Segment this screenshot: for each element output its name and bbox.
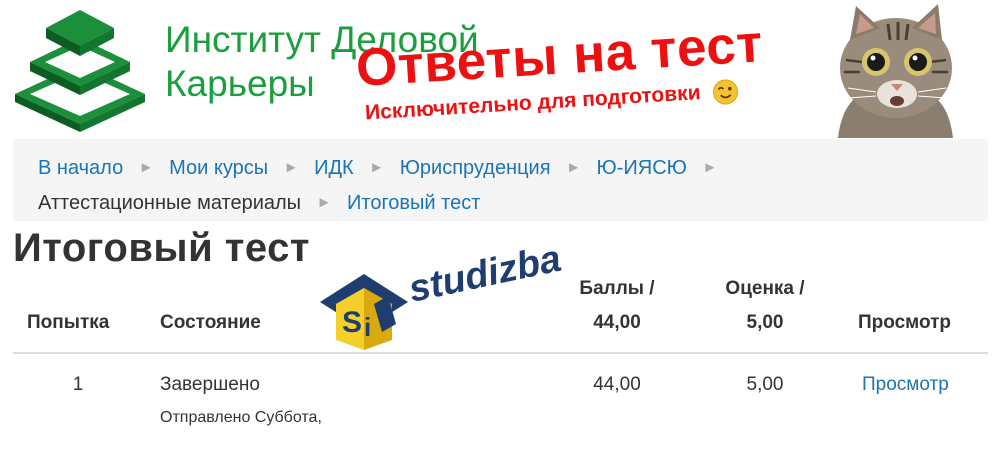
table-header-divider	[13, 352, 988, 354]
column-header-grade-max: 5,00	[746, 312, 784, 333]
breadcrumb-home-link[interactable]: В начало	[38, 157, 123, 179]
breadcrumb-final-test-link[interactable]: Итоговый тест	[347, 192, 480, 214]
breadcrumb-separator: ►	[283, 159, 299, 176]
column-header-grade: Оценка / 5,00	[710, 272, 820, 340]
stacked-pyramid-logo-icon	[15, 10, 145, 132]
breadcrumb-jurisprudence-link[interactable]: Юриспруденция	[400, 157, 551, 179]
breadcrumb-separator: ►	[369, 159, 385, 176]
breadcrumb-idk-link[interactable]: ИДК	[314, 157, 354, 179]
breadcrumb-separator: ►	[138, 159, 154, 176]
breadcrumb: В начало ► Мои курсы ► ИДК ► Юриспруденц…	[13, 139, 988, 221]
page-title: Итоговый тест	[13, 226, 310, 270]
column-header-score-max: 44,00	[593, 312, 641, 333]
breadcrumb-separator: ►	[702, 159, 718, 176]
studizba-watermark-logo: S i studizba	[320, 238, 565, 350]
cell-score: 44,00	[593, 374, 641, 395]
breadcrumb-separator: ►	[566, 159, 581, 176]
column-header-review: Просмотр	[858, 312, 952, 333]
studizba-watermark-text: studizba	[405, 238, 564, 311]
breadcrumb-course-link[interactable]: Ю-ИЯСЮ	[597, 157, 687, 179]
breadcrumb-separator: ►	[316, 194, 332, 211]
review-link[interactable]: Просмотр	[862, 374, 949, 396]
cell-attempt-number: 1	[72, 374, 84, 395]
cell-grade: 5,00	[746, 374, 784, 395]
breadcrumb-attestation-materials: Аттестационные материалы	[38, 192, 302, 214]
column-header-state: Состояние	[160, 312, 261, 333]
breadcrumb-my-courses-link[interactable]: Мои курсы	[169, 157, 268, 179]
cell-state: Завершено	[160, 374, 260, 395]
svg-text:S: S	[342, 306, 362, 339]
column-header-score: Баллы / 44,00	[562, 272, 672, 340]
surprised-cat-image	[818, 0, 968, 138]
cell-submitted-date: Отправлено Суббота,	[160, 409, 322, 426]
svg-text:i: i	[364, 312, 371, 342]
winking-smiley-icon	[712, 79, 738, 105]
column-header-grade-label: Оценка /	[725, 278, 805, 299]
column-header-attempt: Попытка	[27, 312, 110, 333]
column-header-score-label: Баллы /	[579, 278, 655, 299]
